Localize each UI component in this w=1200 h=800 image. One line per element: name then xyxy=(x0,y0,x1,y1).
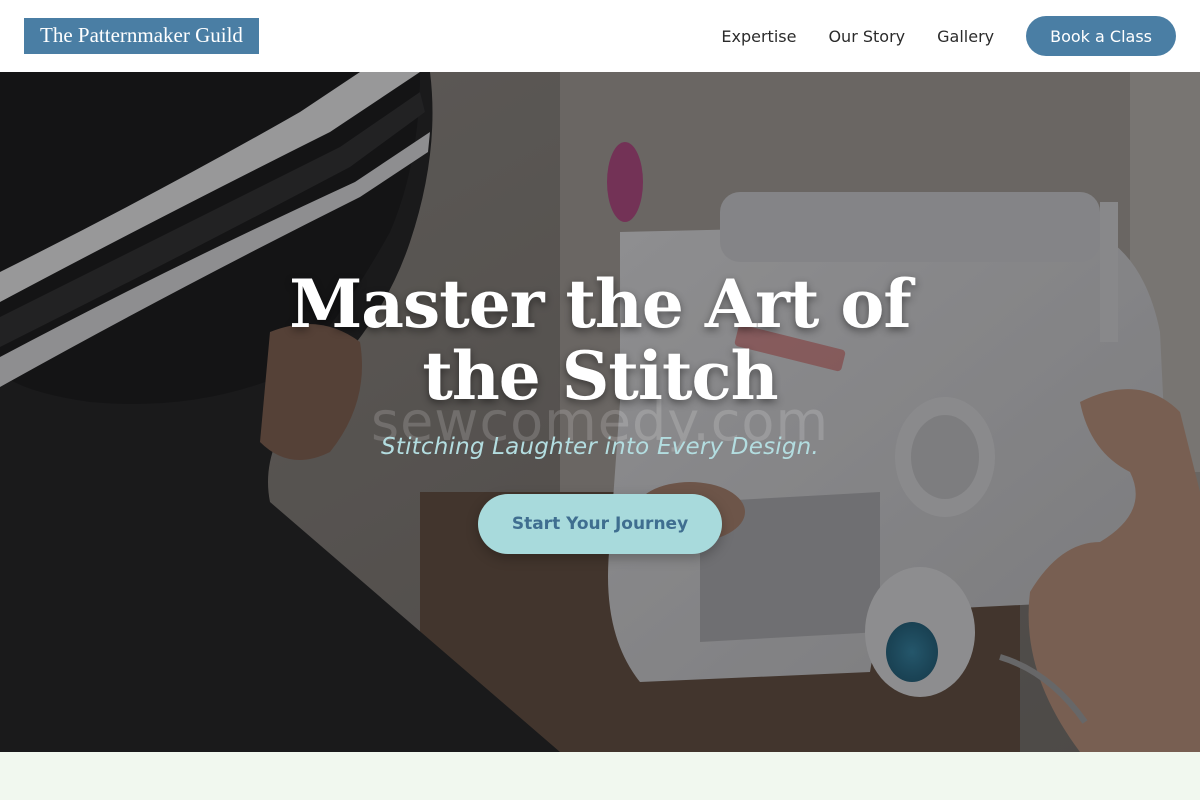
nav-link-our-story[interactable]: Our Story xyxy=(828,27,905,46)
hero-subtitle: Stitching Laughter into Every Design. xyxy=(381,434,819,460)
nav-link-expertise[interactable]: Expertise xyxy=(721,27,796,46)
next-section xyxy=(0,752,1200,800)
hero-section: sewcomedy.com Master the Art of the Stit… xyxy=(0,72,1200,752)
site-logo[interactable]: The Patternmaker Guild xyxy=(24,18,259,54)
site-header: The Patternmaker Guild Expertise Our Sto… xyxy=(0,0,1200,72)
main-nav: Expertise Our Story Gallery Book a Class xyxy=(721,16,1176,56)
nav-link-gallery[interactable]: Gallery xyxy=(937,27,994,46)
start-your-journey-button[interactable]: Start Your Journey xyxy=(478,494,722,554)
book-a-class-button[interactable]: Book a Class xyxy=(1026,16,1176,56)
hero-content: Master the Art of the Stitch Stitching L… xyxy=(0,268,1200,554)
hero-title: Master the Art of the Stitch xyxy=(289,265,912,415)
